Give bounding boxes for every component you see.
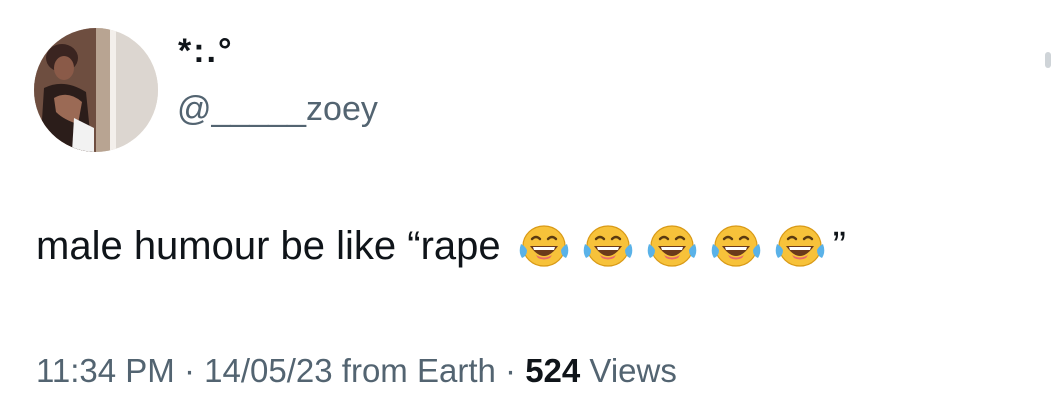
- closing-quote: ”: [832, 224, 846, 268]
- views-label[interactable]: Views: [589, 352, 676, 389]
- tweet-metadata: 11:34 PM · 14/05/23 from Earth · 524 Vie…: [36, 354, 677, 387]
- tweet-location: from Earth: [341, 352, 496, 389]
- face-with-tears-of-joy-icon: [581, 222, 635, 270]
- face-with-tears-of-joy-icon: [773, 222, 827, 270]
- username-handle[interactable]: @_____zoey: [177, 92, 378, 126]
- tweet-text-content: male humour be like “rape: [36, 224, 501, 268]
- tweet-card: *:.° @_____zoey male humour be like “rap…: [0, 0, 1055, 407]
- tweet-text: male humour be like “rape ”: [36, 222, 846, 270]
- avatar[interactable]: [34, 28, 158, 152]
- avatar-photo-icon: [34, 28, 158, 152]
- tweet-date[interactable]: 14/05/23: [204, 352, 332, 389]
- separator: ·: [183, 352, 195, 389]
- display-name[interactable]: *:.°: [178, 34, 234, 68]
- face-with-tears-of-joy-icon: [517, 222, 571, 270]
- face-with-tears-of-joy-icon: [645, 222, 699, 270]
- views-count[interactable]: 524: [525, 352, 580, 389]
- separator: ·: [505, 352, 517, 389]
- scroll-indicator: [1045, 52, 1051, 68]
- face-with-tears-of-joy-icon: [709, 222, 763, 270]
- tweet-time[interactable]: 11:34 PM: [36, 352, 175, 389]
